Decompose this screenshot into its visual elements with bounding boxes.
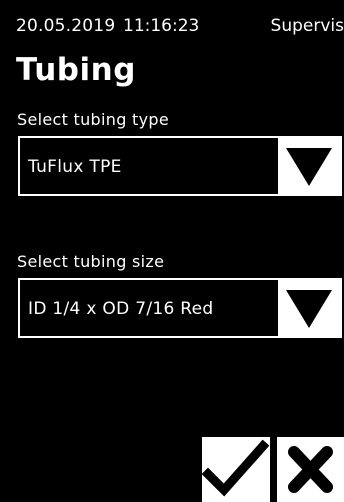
status-bar: 20.05.2019 11:16:23 Supervis [0, 0, 344, 48]
tubing-size-label: Select tubing size [17, 252, 165, 271]
cancel-button[interactable] [277, 437, 344, 502]
triangle-down-icon [286, 148, 332, 186]
checkmark-icon [202, 439, 270, 497]
tubing-size-dropdown-button[interactable] [278, 280, 340, 336]
tubing-type-value: TuFlux TPE [28, 157, 122, 177]
page-title: Tubing [16, 52, 136, 88]
status-date: 20.05.2019 [16, 16, 116, 36]
tubing-type-dropdown[interactable]: TuFlux TPE [18, 136, 342, 196]
status-user: Supervis [270, 16, 344, 36]
confirm-button[interactable] [202, 437, 270, 502]
triangle-down-icon [286, 290, 332, 328]
status-time: 11:16:23 [123, 16, 200, 36]
tubing-type-dropdown-button[interactable] [278, 138, 340, 194]
tubing-type-label: Select tubing type [17, 110, 169, 129]
cross-icon [288, 446, 333, 493]
tubing-size-value: ID 1/4 x OD 7/16 Red [28, 299, 214, 319]
tubing-size-dropdown[interactable]: ID 1/4 x OD 7/16 Red [18, 278, 342, 338]
